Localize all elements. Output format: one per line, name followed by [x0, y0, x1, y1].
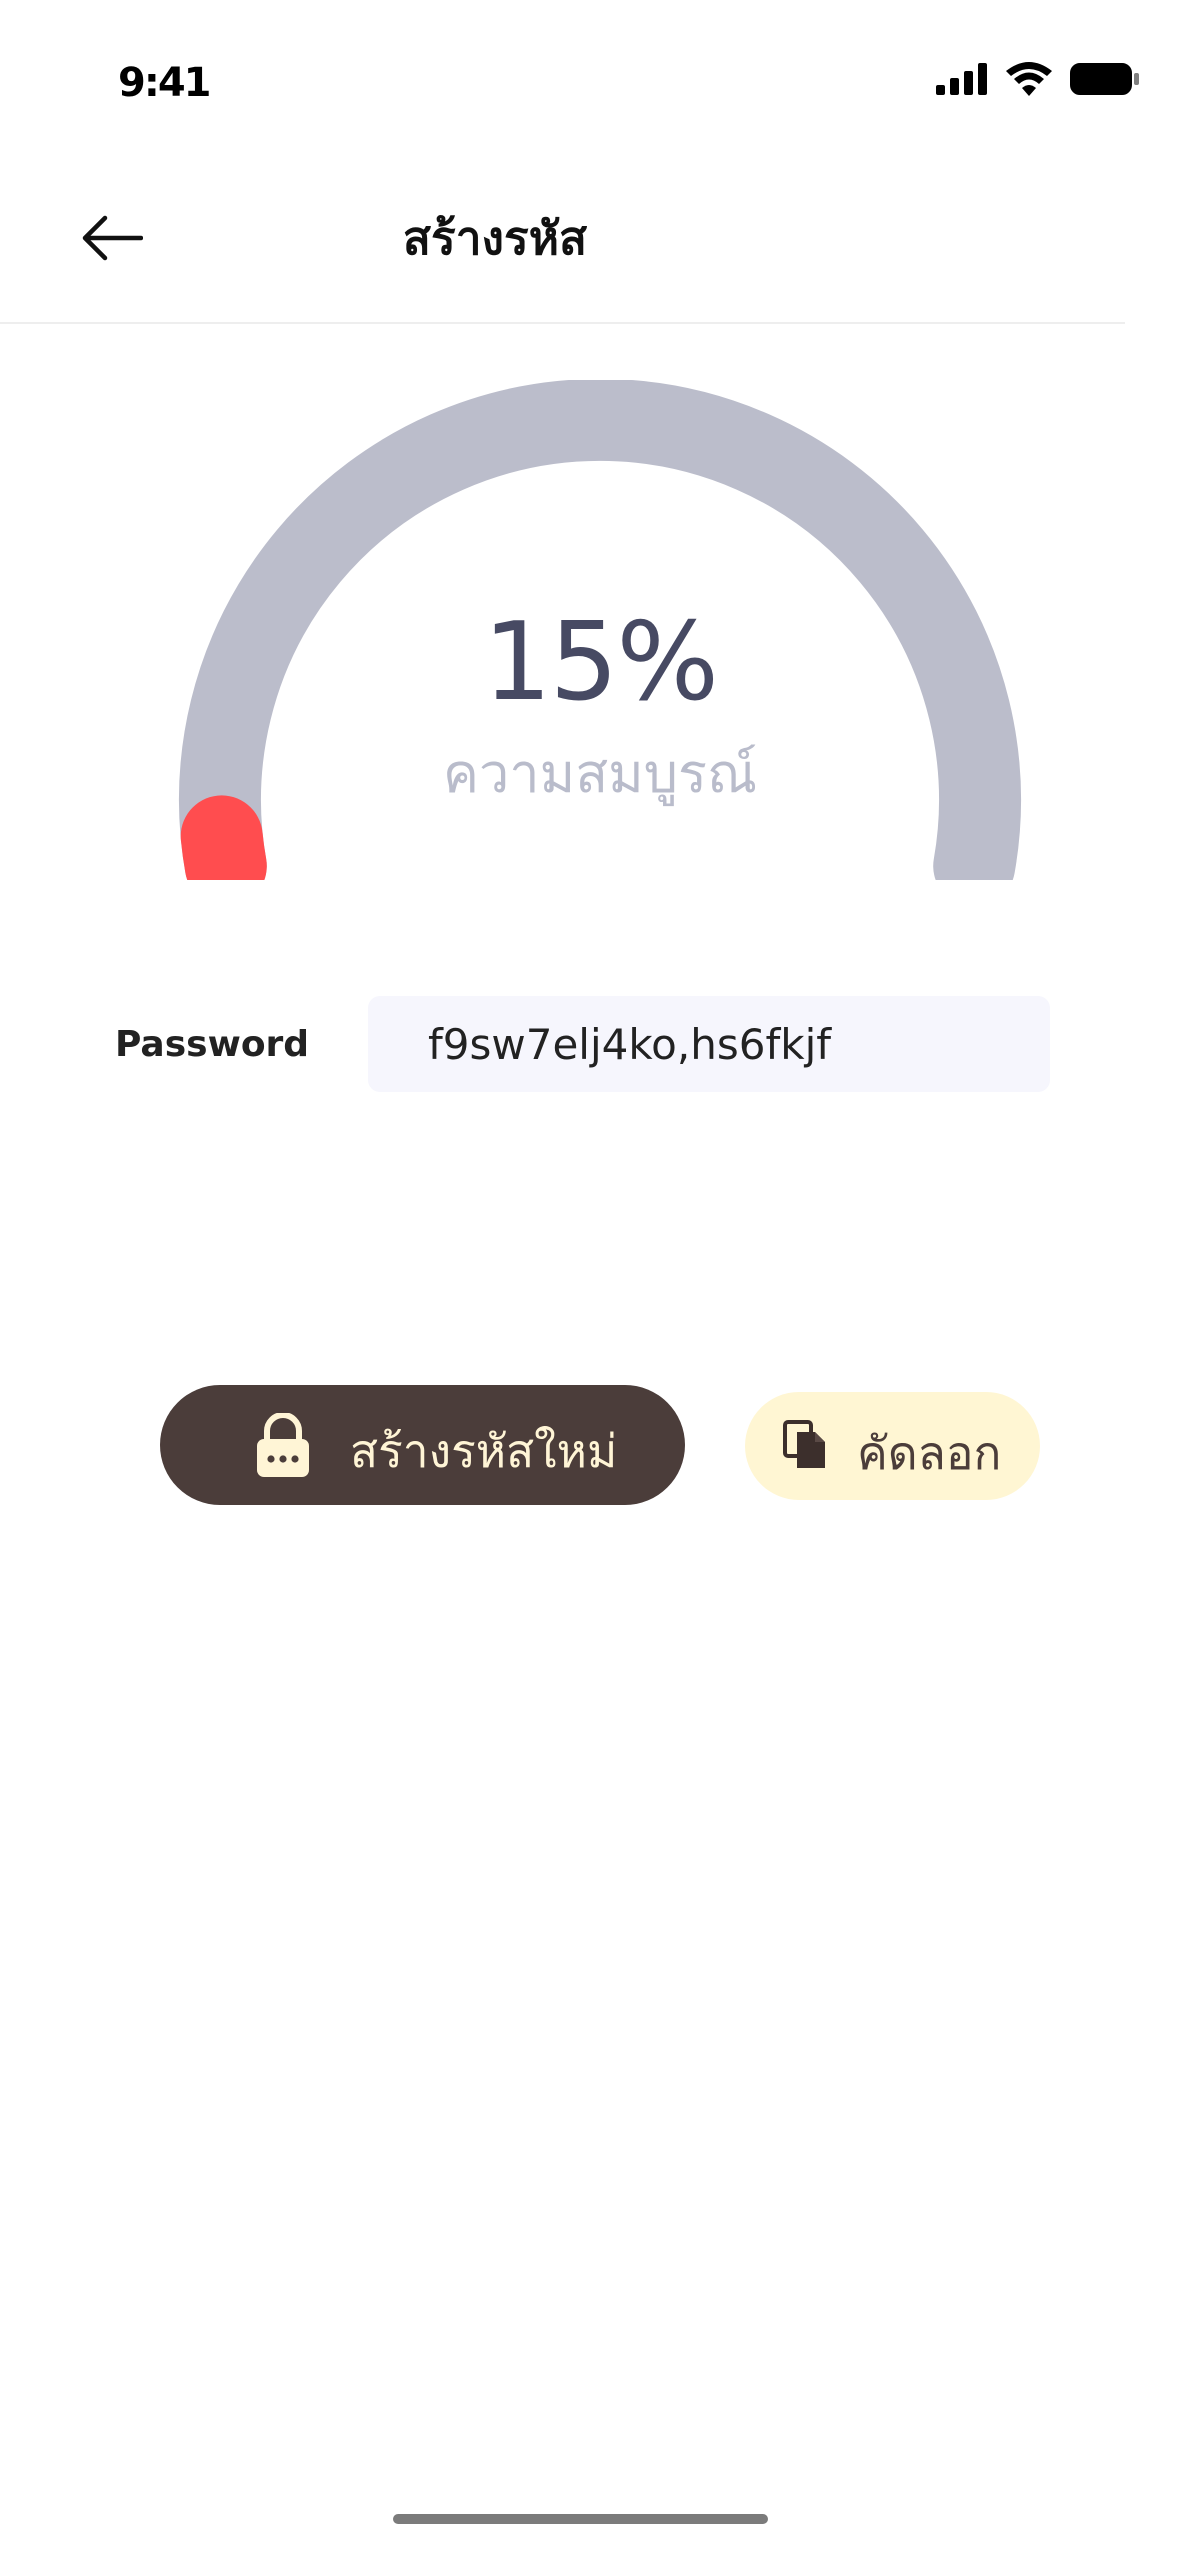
gauge-indicator — [180, 795, 267, 880]
battery-icon — [1070, 63, 1140, 99]
page-title: สร้างรหัส — [402, 211, 588, 265]
copy-icon — [783, 1420, 827, 1470]
wifi-icon — [1006, 62, 1052, 100]
generate-password-button[interactable]: สร้างรหัสใหม่ — [160, 1385, 685, 1505]
app-header: สร้างรหัส — [0, 150, 1125, 324]
completeness-gauge: 15% ความสมบูรณ์ — [150, 380, 1050, 880]
lock-icon — [255, 1412, 311, 1477]
generate-password-label: สร้างรหัสใหม่ — [350, 1424, 618, 1478]
status-bar: 9:41 — [0, 0, 1200, 150]
gauge-caption: ความสมบูรณ์ — [442, 742, 758, 805]
status-time: 9:41 — [118, 60, 211, 106]
copy-label: คัดลอก — [857, 1426, 1002, 1480]
home-indicator[interactable] — [393, 2514, 768, 2524]
password-row: Password — [115, 996, 1050, 1092]
copy-button[interactable]: คัดลอก — [745, 1392, 1040, 1500]
status-icons — [936, 62, 1140, 100]
gauge-percent: 15% — [482, 600, 719, 725]
password-label: Password — [115, 1024, 310, 1065]
password-input[interactable] — [368, 996, 1050, 1092]
cellular-signal-icon — [936, 63, 988, 99]
